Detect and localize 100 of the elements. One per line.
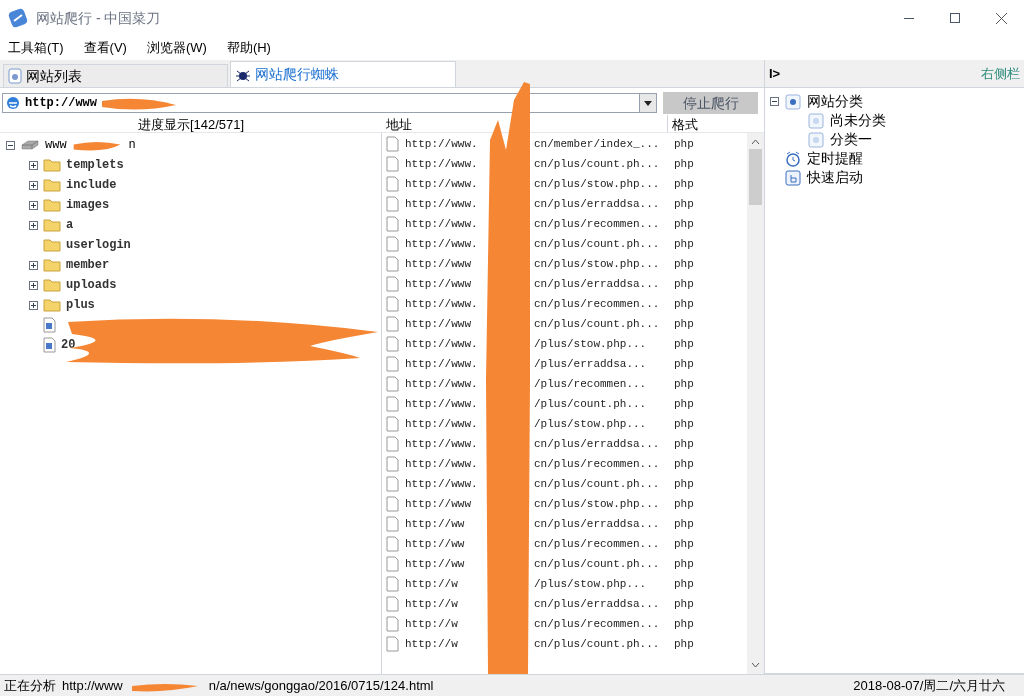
url-text: /plus/stow.php... bbox=[534, 336, 648, 352]
tab[interactable]: 网站列表 bbox=[3, 64, 228, 87]
menu-item[interactable]: 帮助(H) bbox=[226, 38, 271, 58]
file-icon bbox=[386, 156, 399, 172]
format-cell-text: php bbox=[674, 296, 694, 312]
collapse-icon[interactable] bbox=[6, 140, 15, 150]
url-text: cn/plus/count.ph... bbox=[534, 236, 661, 252]
sidebar-item[interactable]: 网站分类 bbox=[807, 91, 863, 112]
format-cell-text: php bbox=[674, 456, 694, 472]
url-text: http://www. bbox=[405, 136, 479, 152]
format-cell-text: php bbox=[674, 216, 694, 232]
expand-icon[interactable] bbox=[29, 160, 38, 170]
sidebar-item[interactable]: 分类一 bbox=[830, 129, 872, 150]
expand-icon[interactable] bbox=[29, 280, 38, 290]
url-text: http://www. bbox=[405, 176, 479, 192]
url-text: http://ww bbox=[405, 516, 466, 532]
url-text: cn/plus/count.ph... bbox=[534, 156, 661, 172]
sidebar-item[interactable]: 尚未分类 bbox=[830, 110, 886, 131]
file-icon bbox=[386, 376, 399, 392]
file-icon bbox=[386, 216, 399, 232]
browser-icon bbox=[5, 95, 21, 111]
collapse-icon[interactable] bbox=[770, 97, 779, 106]
url-text: http://www. bbox=[405, 436, 479, 452]
sidebar-title: 右侧栏 bbox=[981, 64, 1020, 83]
format-cell-text: php bbox=[674, 376, 694, 392]
file-icon bbox=[386, 556, 399, 572]
tree-item[interactable]: 20 bbox=[61, 336, 76, 354]
url-text: cn/plus/stow.php... bbox=[534, 176, 661, 192]
format-cell-text: php bbox=[674, 476, 694, 492]
url-text: http://www. bbox=[405, 396, 479, 412]
tree-item[interactable]: templets bbox=[66, 156, 124, 174]
format-cell-text: php bbox=[674, 556, 694, 572]
tree-item[interactable]: include bbox=[66, 176, 117, 194]
dropdown-button[interactable] bbox=[639, 94, 656, 112]
expand-icon[interactable] bbox=[29, 300, 38, 310]
file-icon bbox=[386, 276, 399, 292]
sidebar-item[interactable]: 定时提醒 bbox=[807, 148, 863, 169]
tree-item[interactable]: plus bbox=[66, 296, 95, 314]
url-text: http://w bbox=[405, 636, 459, 652]
tree-item[interactable]: n bbox=[128, 136, 136, 154]
category-icon bbox=[808, 112, 824, 129]
folder-icon bbox=[43, 278, 61, 292]
url-text: cn/plus/recommen... bbox=[534, 616, 661, 632]
file-icon bbox=[386, 296, 399, 312]
url-text: http://w bbox=[405, 616, 459, 632]
file-icon bbox=[386, 496, 399, 512]
column-header[interactable]: 进度显示[142/571] bbox=[0, 115, 382, 132]
tree-item[interactable]: images bbox=[66, 196, 110, 214]
url-text: cn/plus/count.ph... bbox=[534, 556, 661, 572]
url-text: cn/plus/count.ph... bbox=[534, 476, 661, 492]
folder-icon bbox=[43, 218, 61, 232]
format-cell-text: php bbox=[674, 156, 694, 172]
format-cell-text: php bbox=[674, 316, 694, 332]
scroll-down-icon[interactable] bbox=[751, 662, 760, 668]
scrollbar[interactable] bbox=[747, 133, 764, 674]
url-text: cn/plus/recommen... bbox=[534, 456, 661, 472]
file-icon bbox=[386, 636, 399, 652]
format-cell-text: php bbox=[674, 636, 694, 652]
format-cell-text: php bbox=[674, 356, 694, 372]
file-icon bbox=[43, 337, 56, 353]
tree-item[interactable]: uploads bbox=[66, 276, 117, 294]
menu-item[interactable]: 工具箱(T) bbox=[8, 38, 64, 58]
alarm-clock-icon bbox=[785, 150, 801, 167]
url-text: http://www. bbox=[405, 336, 479, 352]
tree-item[interactable]: member bbox=[66, 256, 110, 274]
url-text: /plus/count.ph... bbox=[534, 396, 648, 412]
file-icon bbox=[386, 136, 399, 152]
expand-icon[interactable] bbox=[29, 260, 38, 270]
file-icon bbox=[386, 356, 399, 372]
url-text: cn/plus/recommen... bbox=[534, 216, 661, 232]
menu-item[interactable]: 查看(V) bbox=[83, 38, 127, 58]
tab[interactable]: 网站爬行蜘蛛 bbox=[230, 61, 456, 87]
folder-icon bbox=[43, 198, 61, 212]
url-text: /plus/stow.php... bbox=[534, 576, 648, 592]
scroll-thumb[interactable] bbox=[749, 149, 762, 205]
expand-icon[interactable] bbox=[29, 180, 38, 190]
format-cell-text: php bbox=[674, 336, 694, 352]
expand-icon[interactable] bbox=[29, 200, 38, 210]
file-icon bbox=[386, 536, 399, 552]
url-text: http://www bbox=[405, 496, 472, 512]
scroll-up-icon[interactable] bbox=[751, 139, 760, 145]
sidebar-toggle[interactable]: I> bbox=[769, 63, 781, 84]
file-icon bbox=[386, 616, 399, 632]
format-cell-text: php bbox=[674, 516, 694, 532]
expand-icon[interactable] bbox=[29, 220, 38, 230]
address-field[interactable]: http://www bbox=[2, 93, 657, 113]
tree-item[interactable]: userlogin bbox=[66, 236, 131, 254]
url-text: cn/plus/count.ph... bbox=[534, 316, 661, 332]
file-icon bbox=[43, 317, 56, 333]
sidebar-item[interactable]: 快速启动 bbox=[807, 167, 863, 188]
file-icon bbox=[386, 456, 399, 472]
menu-item[interactable]: 浏览器(W) bbox=[146, 38, 207, 58]
url-text: http://www bbox=[405, 316, 472, 332]
url-text: http://www. bbox=[405, 476, 479, 492]
tree-item[interactable]: www bbox=[45, 136, 67, 154]
format-cell-text: php bbox=[674, 496, 694, 512]
url-text: cn/plus/stow.php... bbox=[534, 256, 661, 272]
column-header[interactable]: 格式 bbox=[668, 115, 738, 132]
tree-item[interactable]: a bbox=[66, 216, 74, 234]
status-text: n/a/news/gonggao/2016/0715/124.html bbox=[208, 676, 434, 695]
